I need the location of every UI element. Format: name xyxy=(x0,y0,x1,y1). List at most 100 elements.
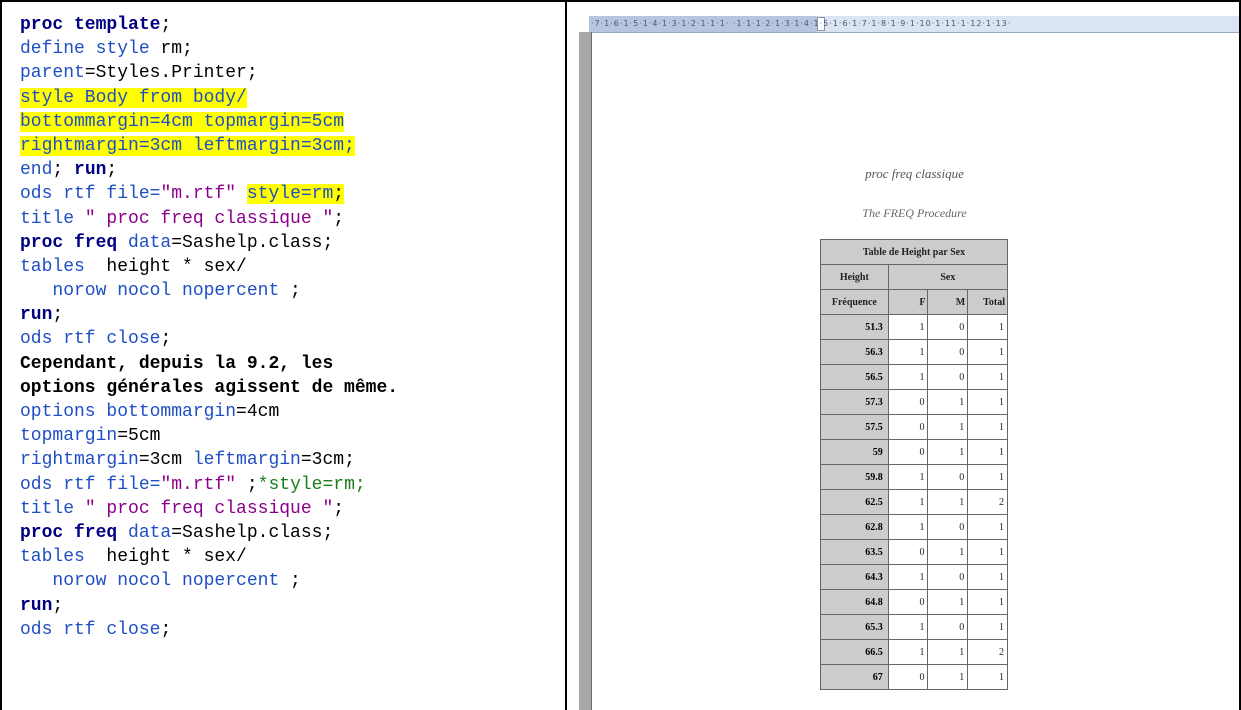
height-value: 65.3 xyxy=(820,614,889,640)
document-title: proc freq classique xyxy=(865,166,964,181)
code-token: style=rm xyxy=(246,184,334,205)
table-row: 62.8 1 0 1 xyxy=(820,514,1008,540)
code-token: ; xyxy=(160,619,172,640)
code-token: " proc freq classique " xyxy=(84,208,334,229)
code-token: ; xyxy=(160,329,172,350)
code-token: ; xyxy=(52,305,64,326)
code-token: =4cm xyxy=(236,402,280,422)
count-m: 0 xyxy=(927,339,969,365)
column-f: F xyxy=(887,289,929,315)
code-line: define style rm; xyxy=(20,37,398,61)
height-value: 62.5 xyxy=(820,489,889,515)
code-line: proc freq data=Sashelp.class; xyxy=(20,521,398,545)
document-frame: proc template; define style rm; parent=Sty… xyxy=(0,0,1241,710)
table-row: 64.3 1 0 1 xyxy=(820,564,1008,590)
table-row: 51.3 1 0 1 xyxy=(820,314,1008,340)
count-total: 1 xyxy=(967,414,1008,440)
code-line: run; xyxy=(20,303,398,327)
code-line: ods rtf close; xyxy=(20,618,398,642)
table-row: 59.8 1 0 1 xyxy=(820,464,1008,490)
code-line: proc freq data=Sashelp.class; xyxy=(20,231,398,255)
count-m: 0 xyxy=(927,314,969,340)
code-token: proc freq xyxy=(20,232,118,253)
code-line: style Body from body/ xyxy=(20,86,398,110)
code-line: proc template; xyxy=(20,13,398,37)
code-token: define style xyxy=(20,39,161,60)
code-token: Cependant, depuis la 9.2, les xyxy=(20,353,334,374)
count-m: 1 xyxy=(927,439,969,465)
count-f: 0 xyxy=(887,439,929,465)
ruler-marks: ·7·1·6·1·5·1·4·1·3·1·2·1·1·1· ·1·1·1·2·1… xyxy=(591,19,1012,28)
count-m: 1 xyxy=(927,664,969,690)
code-token: =3cm xyxy=(138,450,193,471)
count-m: 1 xyxy=(927,489,969,515)
code-token: end xyxy=(20,160,53,181)
row-header-height: Height xyxy=(820,264,889,290)
count-f: 0 xyxy=(887,664,929,690)
count-total: 1 xyxy=(967,314,1008,340)
column-m: M xyxy=(927,289,969,315)
code-line: end; run; xyxy=(20,158,398,182)
code-token: tables xyxy=(20,547,85,568)
column-total: Total xyxy=(967,289,1008,315)
code-line: title " proc freq classique "; xyxy=(20,497,398,521)
code-token: style Body from body/ xyxy=(20,87,247,108)
code-cell: proc template; define style rm; parent=Sty… xyxy=(0,0,567,710)
document-page: proc freq classique The FREQ Procedure T… xyxy=(592,33,1237,710)
code-token: proc template xyxy=(20,15,161,35)
code-line: options générales agissent de même. xyxy=(20,376,398,400)
code-line: options bottommargin=4cm xyxy=(20,400,398,424)
code-token: norow nocol nopercent xyxy=(20,571,291,592)
height-value: 67 xyxy=(820,664,889,690)
count-total: 1 xyxy=(967,664,1008,690)
code-token: parent xyxy=(20,63,85,84)
code-token: options générales agissent de même. xyxy=(20,377,399,398)
code-token: rm; xyxy=(160,39,193,60)
code-line: parent=Styles.Printer; xyxy=(20,61,398,85)
table-row: 57.3 0 1 1 xyxy=(820,389,1008,415)
height-value: 59 xyxy=(820,439,889,465)
count-f: 1 xyxy=(887,514,929,540)
code-line: norow nocol nopercent ; xyxy=(20,279,398,303)
height-value: 56.5 xyxy=(820,364,889,390)
count-f: 1 xyxy=(887,614,929,640)
code-token: proc freq xyxy=(20,522,118,543)
code-token: ; xyxy=(52,595,64,616)
code-token: ; xyxy=(333,208,345,229)
procedure-subtitle: The FREQ Procedure xyxy=(862,206,967,220)
table-row: 64.8 0 1 1 xyxy=(820,589,1008,615)
code-line: rightmargin=3cm leftmargin=3cm; xyxy=(20,134,398,158)
count-f: 0 xyxy=(887,389,929,415)
count-f: 1 xyxy=(887,489,929,515)
count-total: 1 xyxy=(967,364,1008,390)
code-line: Cependant, depuis la 9.2, les xyxy=(20,352,398,376)
count-total: 1 xyxy=(967,464,1008,490)
count-total: 1 xyxy=(967,589,1008,615)
code-token: tables xyxy=(20,256,85,277)
code-token: options bottommargin xyxy=(20,402,237,422)
code-token: =Sashelp.class; xyxy=(171,232,334,253)
table-row: 67 0 1 1 xyxy=(820,664,1008,690)
code-token: title xyxy=(20,208,85,229)
code-token: ; xyxy=(333,184,345,205)
code-line: topmargin=5cm xyxy=(20,424,398,448)
count-f: 1 xyxy=(887,364,929,390)
height-value: 51.3 xyxy=(820,314,889,340)
code-token: height * sex/ xyxy=(84,547,247,568)
count-m: 0 xyxy=(927,564,969,590)
code-token: bottommargin=4cm topmargin=5cm xyxy=(20,111,345,132)
code-token: "m.rtf" xyxy=(160,184,237,205)
count-f: 1 xyxy=(887,339,929,365)
table-row: 59 0 1 1 xyxy=(820,439,1008,465)
height-value: 64.8 xyxy=(820,589,889,615)
count-m: 1 xyxy=(927,539,969,565)
height-value: 57.3 xyxy=(820,389,889,415)
code-line: run; xyxy=(20,594,398,618)
table-row: 62.5 1 1 2 xyxy=(820,489,1008,515)
height-value: 66.5 xyxy=(820,639,889,665)
count-total: 1 xyxy=(967,614,1008,640)
code-token: ; xyxy=(290,571,301,592)
code-token: ods rtf close xyxy=(20,619,161,640)
frequency-table: Table de Height par Sex Height Sex Fréqu… xyxy=(820,239,1009,690)
